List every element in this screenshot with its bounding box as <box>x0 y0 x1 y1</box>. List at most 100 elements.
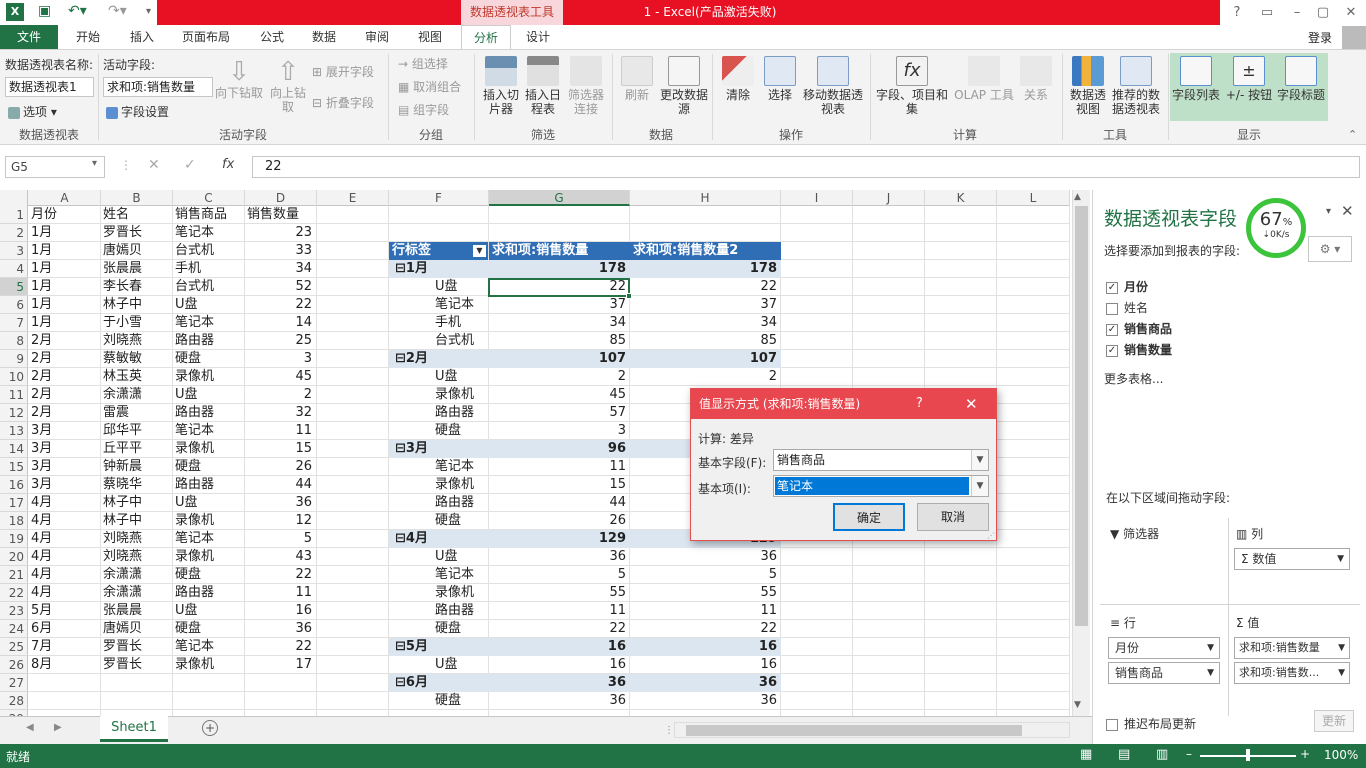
field-checkbox-0[interactable]: ✓ 月份 <box>1106 278 1148 295</box>
pivot-item-row[interactable]: 笔记本 <box>389 458 489 476</box>
pivot-item-row[interactable]: 路由器 <box>389 404 489 422</box>
pivot-item-row[interactable]: 录像机 <box>389 476 489 494</box>
table-cell[interactable]: 硬盘 <box>175 566 244 584</box>
table-cell[interactable]: 路由器 <box>175 476 244 494</box>
table-cell[interactable]: 26 <box>247 458 316 476</box>
clear-button[interactable]: 清除 <box>718 56 758 102</box>
table-cell[interactable]: 7月 <box>31 638 100 656</box>
pivot-value-1[interactable]: 57 <box>489 404 630 422</box>
pivot-value-1[interactable]: 11 <box>489 602 630 620</box>
insert-function-icon[interactable]: fx <box>222 157 234 172</box>
more-tables-link[interactable]: 更多表格... <box>1104 370 1163 387</box>
pivot-value-2[interactable]: 22 <box>630 278 781 296</box>
scroll-up-icon[interactable]: ▲ <box>1074 192 1081 202</box>
table-cell[interactable]: 5 <box>247 530 316 548</box>
table-cell[interactable]: 雷震 <box>103 404 172 422</box>
table-cell[interactable]: U盘 <box>175 386 244 404</box>
table-cell[interactable]: 32 <box>247 404 316 422</box>
table-cell[interactable]: 余潇潇 <box>103 584 172 602</box>
table-cell[interactable]: 录像机 <box>175 548 244 566</box>
row-header-12[interactable]: 12 <box>0 404 28 422</box>
pivot-value-2[interactable]: 11 <box>630 602 781 620</box>
page-break-view-icon[interactable]: ▥ <box>1156 747 1168 762</box>
table-cell[interactable]: 录像机 <box>175 440 244 458</box>
normal-view-icon[interactable]: ▦ <box>1080 747 1092 762</box>
pivot-value-1[interactable]: 45 <box>489 386 630 404</box>
table-cell[interactable]: 36 <box>247 494 316 512</box>
table-cell[interactable]: 销售商品 <box>175 206 244 224</box>
row-header-17[interactable]: 17 <box>0 494 28 512</box>
page-layout-view-icon[interactable]: ▤ <box>1118 747 1130 762</box>
column-header-f[interactable]: F <box>389 190 489 206</box>
row-header-27[interactable]: 27 <box>0 674 28 692</box>
move-pivot-button[interactable]: 移动数据透视表 <box>800 56 866 116</box>
pivot-item-row[interactable]: 路由器 <box>389 602 489 620</box>
table-cell[interactable]: 销售数量 <box>247 206 316 224</box>
table-cell[interactable]: 11 <box>247 584 316 602</box>
tab-page-layout[interactable]: 页面布局 <box>172 25 240 49</box>
pivot-value-1[interactable]: 85 <box>489 332 630 350</box>
table-cell[interactable]: 姓名 <box>103 206 172 224</box>
active-cell-g5[interactable] <box>488 278 630 297</box>
table-cell[interactable]: U盘 <box>175 602 244 620</box>
value-item-sum[interactable]: 求和项:销售数量 ▼ <box>1234 637 1350 659</box>
table-cell[interactable]: 张晨晨 <box>103 260 172 278</box>
table-cell[interactable]: 2月 <box>31 404 100 422</box>
row-header-5[interactable]: 5 <box>0 278 28 296</box>
row-header-26[interactable]: 26 <box>0 656 28 674</box>
cancel-button[interactable]: 取消 <box>917 503 989 531</box>
zoom-level[interactable]: 100% <box>1324 748 1358 762</box>
group-selection-button[interactable]: → 组选择 <box>398 57 448 71</box>
pivot-value-1[interactable]: 26 <box>489 512 630 530</box>
table-cell[interactable]: 45 <box>247 368 316 386</box>
row-header-14[interactable]: 14 <box>0 440 28 458</box>
row-header-16[interactable]: 16 <box>0 476 28 494</box>
field-checkbox-3[interactable]: ✓ 销售数量 <box>1106 341 1172 358</box>
table-cell[interactable]: 16 <box>247 602 316 620</box>
row-header-10[interactable]: 10 <box>0 368 28 386</box>
table-cell[interactable]: 2月 <box>31 332 100 350</box>
pivot-item-row[interactable]: U盘 <box>389 278 489 296</box>
pivot-value-1[interactable]: 16 <box>489 638 630 656</box>
pivot-item-row[interactable]: 硬盘 <box>389 620 489 638</box>
field-headers-button[interactable]: 字段标题 <box>1274 56 1328 102</box>
table-cell[interactable]: 唐嫣贝 <box>103 620 172 638</box>
table-cell[interactable]: 余潇潇 <box>103 386 172 404</box>
table-cell[interactable]: 11 <box>247 422 316 440</box>
panel-close-icon[interactable]: ✕ <box>1341 202 1354 220</box>
tab-home[interactable]: 开始 <box>64 25 112 49</box>
vertical-scroll-thumb[interactable] <box>1075 206 1088 626</box>
expand-field-button[interactable]: ⊞ 展开字段 <box>312 65 374 79</box>
column-header-c[interactable]: C <box>173 190 245 206</box>
column-header-l[interactable]: L <box>997 190 1070 206</box>
pivot-value-header-2[interactable]: 求和项:销售数量2 <box>630 242 781 260</box>
row-header-15[interactable]: 15 <box>0 458 28 476</box>
table-cell[interactable]: U盘 <box>175 296 244 314</box>
tab-review[interactable]: 审阅 <box>353 25 401 49</box>
table-cell[interactable]: 张晨晨 <box>103 602 172 620</box>
column-header-k[interactable]: K <box>925 190 997 206</box>
pivot-value-1[interactable]: 36 <box>489 548 630 566</box>
column-header-j[interactable]: J <box>853 190 925 206</box>
zoom-slider-thumb[interactable] <box>1246 749 1250 761</box>
fields-items-sets-button[interactable]: fx 字段、项目和集 <box>874 56 950 116</box>
row-header-11[interactable]: 11 <box>0 386 28 404</box>
table-cell[interactable]: 4月 <box>31 512 100 530</box>
column-header-e[interactable]: E <box>317 190 389 206</box>
table-cell[interactable]: 2月 <box>31 350 100 368</box>
refresh-button[interactable]: 刷新 <box>618 56 656 102</box>
resize-grip-icon[interactable]: ⋰ <box>987 531 995 540</box>
table-cell[interactable]: 3月 <box>31 422 100 440</box>
ok-button[interactable]: 确定 <box>833 503 905 531</box>
pivot-item-row[interactable]: 录像机 <box>389 584 489 602</box>
undo-icon[interactable]: ↶▾ <box>68 3 87 19</box>
tab-design[interactable]: 设计 <box>514 25 562 49</box>
pivot-chart-button[interactable]: 数据透视图 <box>1066 56 1110 116</box>
pivot-month-row[interactable]: ⊟6月 <box>389 674 489 692</box>
row-header-2[interactable]: 2 <box>0 224 28 242</box>
table-cell[interactable]: 1月 <box>31 260 100 278</box>
pivot-value-1[interactable]: 11 <box>489 458 630 476</box>
table-cell[interactable]: 4月 <box>31 530 100 548</box>
base-item-dropdown-icon[interactable]: ▼ <box>971 476 988 496</box>
table-cell[interactable]: 蔡敏敏 <box>103 350 172 368</box>
